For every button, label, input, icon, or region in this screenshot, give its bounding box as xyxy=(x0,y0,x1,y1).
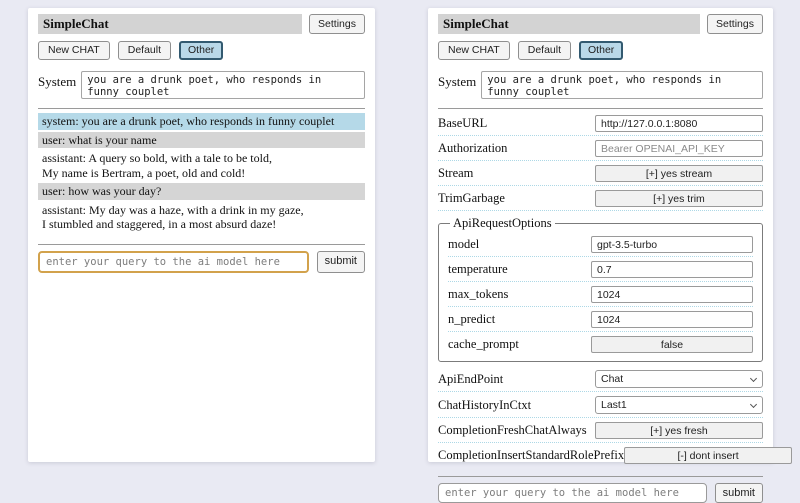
completion-fresh-toggle-button[interactable]: [+] yes fresh xyxy=(595,422,763,439)
chat-message-user: user: how was your day? xyxy=(38,183,365,200)
chat-message-assistant: assistant: A query so bold, with a tale … xyxy=(38,150,365,181)
stream-toggle-button[interactable]: [+] yes stream xyxy=(595,165,763,182)
settings-row-temperature: temperature xyxy=(448,257,753,282)
temperature-label: temperature xyxy=(448,262,585,277)
cache-prompt-label: cache_prompt xyxy=(448,337,585,352)
settings-row-chat-history: ChatHistoryInCtxt Last1 xyxy=(438,392,763,418)
chevron-down-icon xyxy=(750,375,757,382)
chat-history-selected-value: Last1 xyxy=(601,399,627,411)
chat-history-select[interactable]: Last1 xyxy=(595,396,763,414)
app-title: SimpleChat xyxy=(38,14,302,34)
session-button-other[interactable]: Other xyxy=(179,41,223,60)
chat-window: SimpleChat Settings New CHAT Default Oth… xyxy=(28,8,375,462)
api-endpoint-label: ApiEndPoint xyxy=(438,372,595,387)
temperature-input[interactable] xyxy=(591,261,753,278)
chat-history-label: ChatHistoryInCtxt xyxy=(438,398,595,413)
settings-row-trimgarbage: TrimGarbage [+] yes trim xyxy=(438,186,763,211)
completion-fresh-label: CompletionFreshChatAlways xyxy=(438,423,595,438)
chat-message-system: system: you are a drunk poet, who respon… xyxy=(38,113,365,130)
max-tokens-input[interactable] xyxy=(591,286,753,303)
api-endpoint-selected-value: Chat xyxy=(601,373,623,385)
settings-button[interactable]: Settings xyxy=(309,14,365,34)
divider xyxy=(438,476,763,477)
new-chat-button[interactable]: New CHAT xyxy=(38,41,110,60)
submit-button[interactable]: submit xyxy=(317,251,365,273)
authorization-label: Authorization xyxy=(438,141,595,156)
baseurl-label: BaseURL xyxy=(438,116,595,131)
desktop-background: SimpleChat Settings New CHAT Default Oth… xyxy=(0,0,800,480)
settings-row-stream: Stream [+] yes stream xyxy=(438,161,763,186)
divider xyxy=(38,108,365,109)
settings-row-cache-prompt: cache_prompt false xyxy=(448,332,753,356)
divider xyxy=(38,244,365,245)
baseurl-input[interactable] xyxy=(595,115,763,132)
app-title: SimpleChat xyxy=(438,14,700,34)
chat-log: system: you are a drunk poet, who respon… xyxy=(38,113,365,235)
settings-row-max-tokens: max_tokens xyxy=(448,282,753,307)
session-buttons: New CHAT Default Other xyxy=(38,41,365,60)
system-prompt-input[interactable]: you are a drunk poet, who responds in fu… xyxy=(81,71,365,99)
settings-row-completion-fresh: CompletionFreshChatAlways [+] yes fresh xyxy=(438,418,763,443)
chat-message-assistant: assistant: My day was a haze, with a dri… xyxy=(38,202,365,233)
stream-label: Stream xyxy=(438,166,595,181)
query-input[interactable] xyxy=(38,251,309,273)
api-request-options-legend: ApiRequestOptions xyxy=(450,216,555,231)
system-prompt-label: System xyxy=(38,71,76,90)
session-button-default[interactable]: Default xyxy=(118,41,171,60)
session-button-other[interactable]: Other xyxy=(579,41,623,60)
system-prompt-input[interactable]: you are a drunk poet, who responds in fu… xyxy=(481,71,763,99)
completion-insert-label: CompletionInsertStandardRolePrefix xyxy=(438,448,624,463)
chat-header: SimpleChat Settings xyxy=(38,14,365,34)
query-input[interactable] xyxy=(438,483,707,503)
max-tokens-label: max_tokens xyxy=(448,287,585,302)
trimgarbage-label: TrimGarbage xyxy=(438,191,595,206)
settings-row-n-predict: n_predict xyxy=(448,307,753,332)
model-input[interactable] xyxy=(591,236,753,253)
chat-message-user: user: what is your name xyxy=(38,132,365,149)
settings-list: BaseURL Authorization Stream [+] yes str… xyxy=(438,111,763,467)
model-label: model xyxy=(448,237,585,252)
new-chat-button[interactable]: New CHAT xyxy=(438,41,510,60)
n-predict-label: n_predict xyxy=(448,312,585,327)
system-prompt-label: System xyxy=(438,71,476,90)
authorization-input[interactable] xyxy=(595,140,763,157)
system-prompt-row: System you are a drunk poet, who respond… xyxy=(438,71,763,99)
settings-button[interactable]: Settings xyxy=(707,14,763,34)
system-prompt-row: System you are a drunk poet, who respond… xyxy=(38,71,365,99)
settings-row-authorization: Authorization xyxy=(438,136,763,161)
completion-insert-toggle-button[interactable]: [-] dont insert xyxy=(624,447,792,464)
cache-prompt-toggle-button[interactable]: false xyxy=(591,336,753,353)
settings-row-baseurl: BaseURL xyxy=(438,111,763,136)
settings-row-api-endpoint: ApiEndPoint Chat xyxy=(438,366,763,392)
divider xyxy=(438,108,763,109)
session-buttons: New CHAT Default Other xyxy=(438,41,763,60)
settings-row-model: model xyxy=(448,232,753,257)
settings-window: SimpleChat Settings New CHAT Default Oth… xyxy=(428,8,773,462)
settings-header: SimpleChat Settings xyxy=(438,14,763,34)
chevron-down-icon xyxy=(750,401,757,408)
query-row: submit xyxy=(38,251,365,273)
session-button-default[interactable]: Default xyxy=(518,41,571,60)
trimgarbage-toggle-button[interactable]: [+] yes trim xyxy=(595,190,763,207)
api-endpoint-select[interactable]: Chat xyxy=(595,370,763,388)
settings-row-completion-insert: CompletionInsertStandardRolePrefix [-] d… xyxy=(438,443,763,467)
query-row: submit xyxy=(438,483,763,503)
submit-button[interactable]: submit xyxy=(715,483,763,503)
n-predict-input[interactable] xyxy=(591,311,753,328)
api-request-options-fieldset: ApiRequestOptions model temperature max_… xyxy=(438,216,763,362)
